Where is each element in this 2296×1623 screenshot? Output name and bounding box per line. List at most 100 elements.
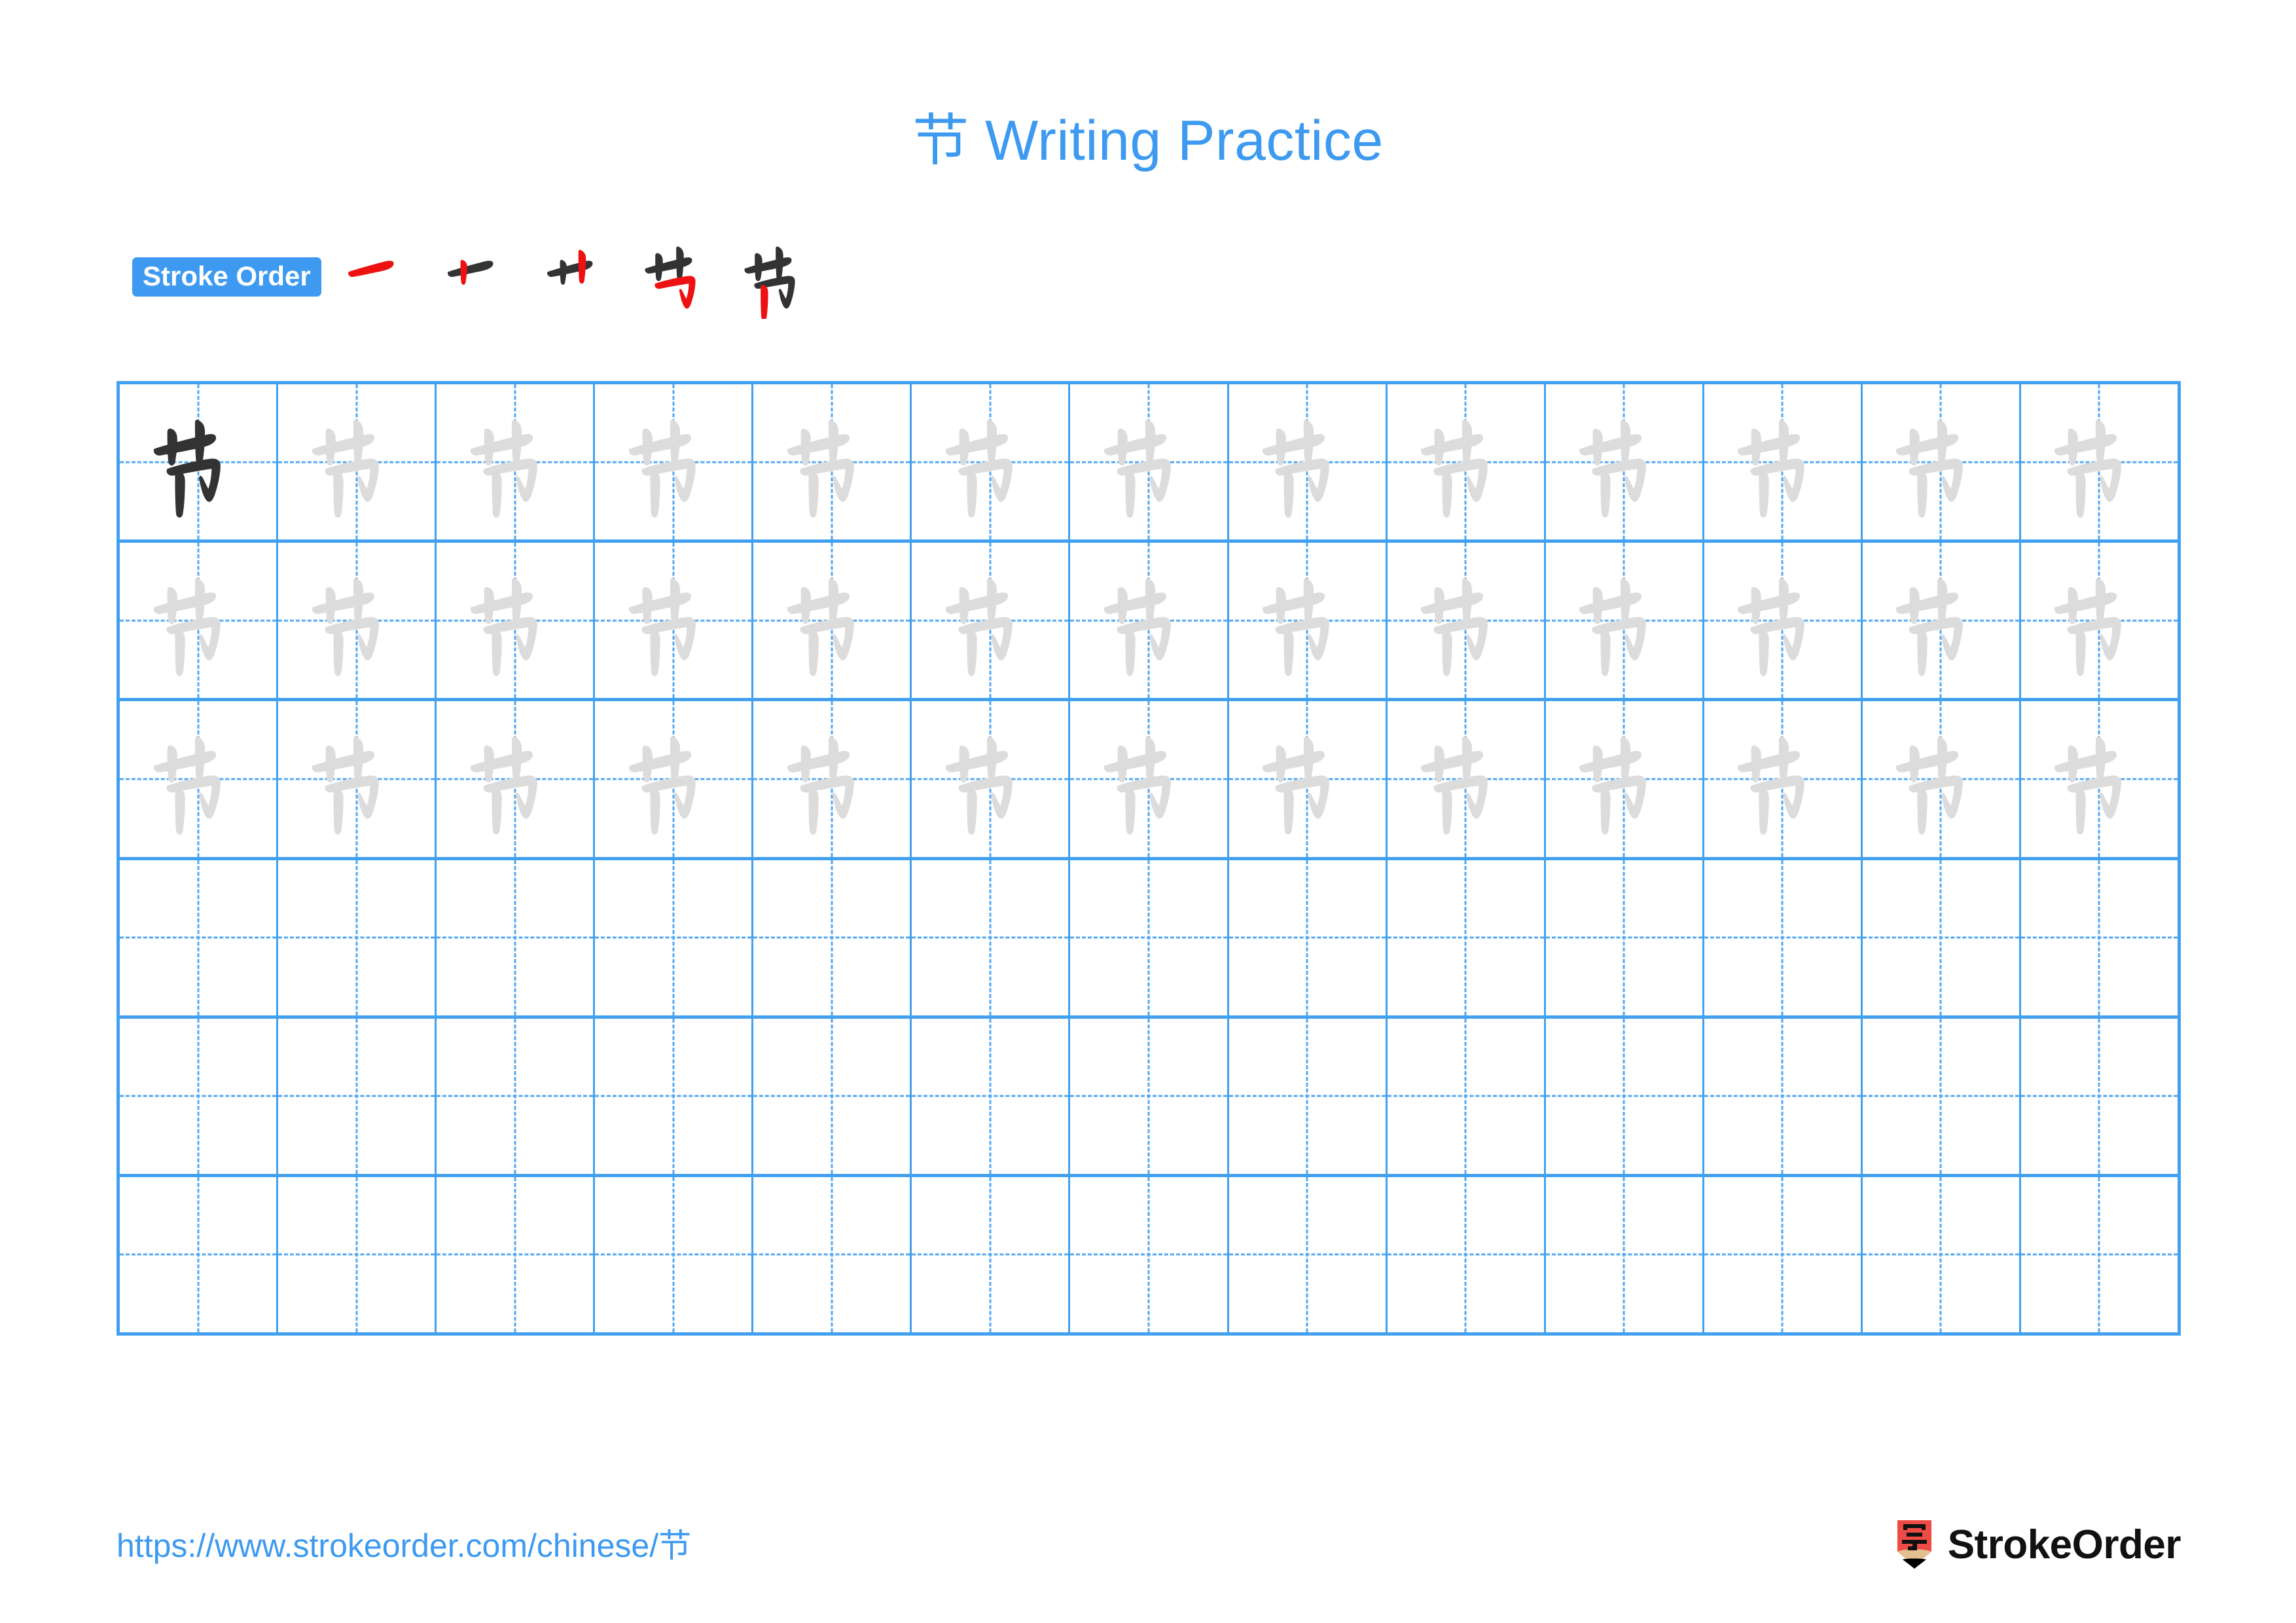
practice-cell[interactable] <box>120 1176 279 1333</box>
practice-cell[interactable] <box>437 860 596 1015</box>
practice-cell[interactable] <box>595 543 754 699</box>
practice-cell[interactable] <box>2020 1018 2178 1174</box>
cell-horizontal-guide <box>2020 936 2178 939</box>
practice-cell[interactable] <box>1229 860 1388 1015</box>
practice-cell[interactable] <box>278 701 437 857</box>
practice-cell[interactable] <box>753 543 912 699</box>
practice-cell[interactable] <box>1387 1018 1546 1174</box>
cell-horizontal-guide <box>437 1095 594 1097</box>
practice-cell[interactable] <box>912 384 1071 540</box>
practice-cell[interactable] <box>912 543 1071 699</box>
practice-cell[interactable] <box>120 1018 279 1174</box>
practice-cell[interactable] <box>1704 860 1863 1015</box>
practice-cell[interactable] <box>1387 860 1546 1015</box>
practice-cell[interactable] <box>753 1018 912 1174</box>
practice-cell[interactable] <box>753 701 912 857</box>
practice-cell[interactable] <box>1862 860 2021 1015</box>
practice-cell[interactable] <box>120 543 279 699</box>
practice-cell[interactable] <box>278 543 437 699</box>
practice-cell[interactable] <box>753 1176 912 1333</box>
practice-cell[interactable] <box>1070 1018 1229 1174</box>
trace-character <box>595 701 751 856</box>
practice-cell[interactable] <box>1862 1018 2021 1174</box>
practice-cell[interactable] <box>912 1176 1071 1333</box>
practice-cell[interactable] <box>1704 1176 1863 1333</box>
practice-cell[interactable] <box>437 543 596 699</box>
practice-cell[interactable] <box>1387 543 1546 699</box>
cell-horizontal-guide <box>912 936 1069 939</box>
cell-horizontal-guide <box>912 1095 1069 1097</box>
trace-character <box>1704 384 1861 539</box>
practice-cell[interactable] <box>1545 1176 1704 1333</box>
practice-cell[interactable] <box>1862 384 2021 540</box>
practice-cell[interactable] <box>437 1018 596 1174</box>
practice-cell[interactable] <box>1070 701 1229 857</box>
practice-cell[interactable] <box>1545 543 1704 699</box>
practice-cell[interactable] <box>912 1018 1071 1174</box>
practice-cell[interactable] <box>1704 384 1863 540</box>
trace-character <box>1388 543 1544 698</box>
cell-horizontal-guide <box>120 1095 277 1097</box>
practice-cell[interactable] <box>595 1176 754 1333</box>
practice-cell[interactable] <box>1545 1018 1704 1174</box>
practice-cell[interactable] <box>2020 860 2178 1015</box>
practice-cell[interactable] <box>278 1018 437 1174</box>
cell-vertical-guide <box>1623 1176 1625 1333</box>
practice-cell[interactable] <box>437 701 596 857</box>
practice-cell[interactable] <box>2020 543 2178 699</box>
cell-horizontal-guide <box>1862 936 2019 939</box>
practice-cell[interactable] <box>1704 543 1863 699</box>
practice-grid-row <box>120 1176 2178 1333</box>
practice-cell[interactable] <box>2020 384 2178 540</box>
practice-cell[interactable] <box>1862 701 2021 857</box>
practice-cell[interactable] <box>1229 1018 1388 1174</box>
cell-horizontal-guide <box>595 1095 752 1097</box>
practice-cell[interactable] <box>278 384 437 540</box>
practice-cell[interactable] <box>595 384 754 540</box>
practice-cell[interactable] <box>1070 543 1229 699</box>
practice-cell[interactable] <box>2020 701 2178 857</box>
practice-cell[interactable] <box>1070 384 1229 540</box>
practice-cell[interactable] <box>437 384 596 540</box>
practice-cell[interactable] <box>1704 1018 1863 1174</box>
practice-cell[interactable] <box>120 701 279 857</box>
practice-cell[interactable] <box>595 1018 754 1174</box>
practice-cell[interactable] <box>1229 1176 1388 1333</box>
cell-vertical-guide <box>514 1018 516 1174</box>
practice-cell[interactable] <box>1387 384 1546 540</box>
brand-logo[interactable]: StrokeOrder <box>1895 1520 2181 1570</box>
cell-vertical-guide <box>2098 860 2100 1015</box>
practice-cell[interactable] <box>595 860 754 1015</box>
practice-cell[interactable] <box>120 860 279 1015</box>
practice-cell[interactable] <box>278 1176 437 1333</box>
practice-cell[interactable] <box>912 860 1071 1015</box>
trace-character <box>2021 701 2178 856</box>
practice-cell[interactable] <box>753 860 912 1015</box>
practice-cell[interactable] <box>912 701 1071 857</box>
practice-cell[interactable] <box>1387 1176 1546 1333</box>
practice-cell[interactable] <box>1229 701 1388 857</box>
practice-cell[interactable] <box>753 384 912 540</box>
cell-vertical-guide <box>1306 860 1308 1015</box>
practice-cell[interactable] <box>278 860 437 1015</box>
practice-cell[interactable] <box>1229 543 1388 699</box>
practice-cell[interactable] <box>1545 701 1704 857</box>
trace-character <box>1229 543 1386 698</box>
trace-character <box>912 384 1068 539</box>
trace-character <box>1704 701 1861 856</box>
practice-cell[interactable] <box>1545 860 1704 1015</box>
practice-cell[interactable] <box>120 384 279 540</box>
practice-cell[interactable] <box>2020 1176 2178 1333</box>
practice-cell[interactable] <box>1229 384 1388 540</box>
practice-cell[interactable] <box>437 1176 596 1333</box>
practice-cell[interactable] <box>1704 701 1863 857</box>
source-url[interactable]: https://www.strokeorder.com/chinese/节 <box>117 1529 691 1562</box>
practice-cell[interactable] <box>595 701 754 857</box>
practice-cell[interactable] <box>1070 1176 1229 1333</box>
practice-cell[interactable] <box>1862 543 2021 699</box>
trace-character <box>1546 543 1702 698</box>
practice-cell[interactable] <box>1545 384 1704 540</box>
practice-cell[interactable] <box>1862 1176 2021 1333</box>
practice-cell[interactable] <box>1387 701 1546 857</box>
practice-cell[interactable] <box>1070 860 1229 1015</box>
